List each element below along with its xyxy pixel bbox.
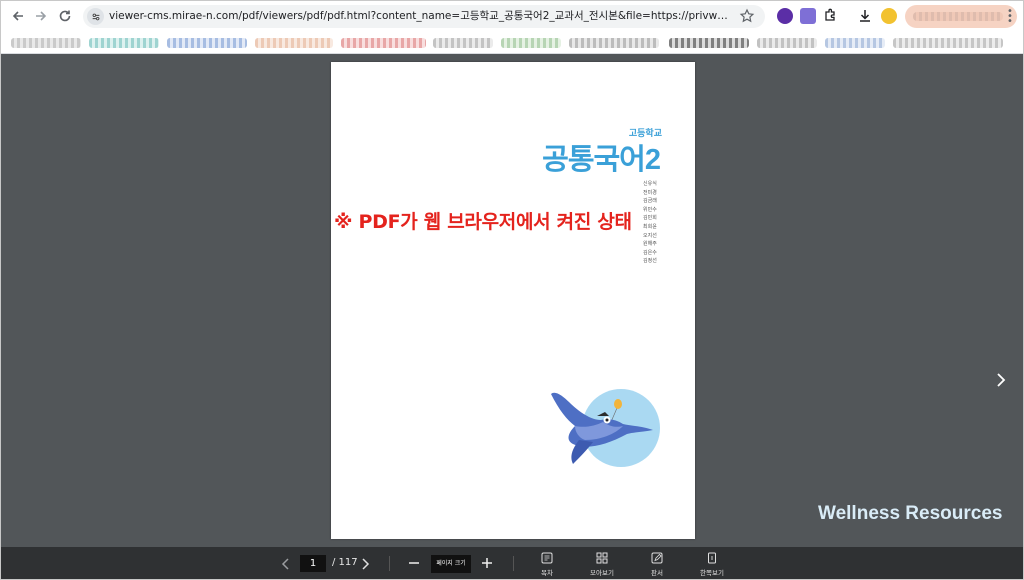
bookmark-item[interactable]	[501, 38, 561, 48]
previous-page-chevron-icon[interactable]	[279, 556, 293, 570]
pdf-page: 고등학교 공통국어2 신유식 전미경 김금래 위민수 김민회 최희윤 오지선 원…	[331, 62, 695, 539]
single-page-label: 한쪽보기	[700, 569, 724, 577]
screen: viewer-cms.mirae-n.com/pdf/viewers/pdf/p…	[0, 0, 1024, 580]
url-text: viewer-cms.mirae-n.com/pdf/viewers/pdf/p…	[109, 10, 729, 22]
page-total: / 117	[332, 557, 358, 568]
author: 김정선	[643, 258, 657, 265]
minus-icon	[409, 562, 419, 564]
extension-yellow-icon[interactable]	[881, 8, 897, 24]
bookmark-item[interactable]	[341, 38, 426, 48]
zoom-out-button[interactable]	[406, 554, 422, 572]
single-page-button[interactable]: 한쪽보기	[689, 552, 735, 578]
bookmark-star-icon[interactable]	[739, 8, 755, 24]
zoom-in-button[interactable]	[479, 554, 495, 572]
bird-illustration	[551, 389, 660, 467]
author: 전미경	[643, 189, 657, 196]
annotate-button[interactable]: 판서	[634, 552, 680, 578]
thumbnails-button[interactable]: 모아보기	[579, 552, 625, 578]
plus-icon	[482, 558, 492, 568]
pdf-viewer: 고등학교 공통국어2 신유식 전미경 김금래 위민수 김민회 최희윤 오지선 원…	[1, 54, 1023, 547]
page-number-input[interactable]: 1	[300, 555, 326, 572]
author: 김은수	[643, 249, 657, 256]
divider	[513, 556, 514, 571]
downloads-icon[interactable]	[856, 7, 874, 25]
single-page-icon	[708, 552, 716, 564]
profile-chip[interactable]: • • •	[905, 5, 1017, 28]
bookmark-item[interactable]	[893, 38, 1003, 48]
site-settings-icon[interactable]	[87, 8, 104, 25]
pen-icon	[651, 552, 663, 564]
grid-icon	[596, 552, 608, 564]
toc-label: 목차	[541, 569, 553, 577]
next-page-chevron-icon[interactable]	[993, 371, 1009, 389]
bookmark-item[interactable]	[669, 38, 749, 48]
bookmark-item[interactable]	[757, 38, 817, 48]
profile-name-redacted	[913, 12, 1003, 21]
annotation-note: ※ PDF가 웹 브라우저에서 켜진 상태	[334, 211, 632, 233]
divider	[389, 556, 390, 571]
next-page-small-chevron-icon[interactable]	[358, 556, 372, 570]
author: 김금래	[643, 198, 657, 205]
thumbnails-label: 모아보기	[590, 569, 614, 577]
reload-icon[interactable]	[56, 7, 74, 25]
viewer-toolbar: 1 / 117 페이지 크기 목차 모아보기 판서 한쪽보기	[1, 547, 1023, 579]
toc-button[interactable]: 목차	[524, 552, 570, 578]
bookmark-item[interactable]	[569, 38, 659, 48]
extensions-puzzle-icon[interactable]	[821, 7, 839, 25]
extension-purple-icon[interactable]	[777, 8, 793, 24]
address-bar[interactable]: viewer-cms.mirae-n.com/pdf/viewers/pdf/p…	[83, 5, 765, 28]
bookmark-item[interactable]	[11, 38, 81, 48]
bookmark-item[interactable]	[167, 38, 247, 48]
bookmark-item[interactable]	[255, 38, 333, 48]
forward-arrow-icon[interactable]	[32, 7, 50, 25]
annotate-label: 판서	[651, 569, 663, 577]
bookmark-item[interactable]	[89, 38, 159, 48]
toc-icon	[541, 552, 553, 564]
back-arrow-icon[interactable]	[9, 7, 27, 25]
author: 원해주	[643, 241, 657, 248]
bookmark-item[interactable]	[825, 38, 885, 48]
book-title: 공통국어2	[542, 144, 661, 176]
bookmarks-bar	[1, 32, 1023, 54]
extension-download-icon[interactable]	[800, 8, 816, 24]
bookmark-item[interactable]	[433, 38, 493, 48]
watermark-text: Wellness Resources	[818, 503, 1003, 524]
zoom-level-select[interactable]: 페이지 크기	[431, 555, 471, 573]
author: 신유식	[643, 181, 657, 187]
menu-kebab-icon[interactable]: • • •	[1007, 7, 1013, 27]
browser-toolbar: viewer-cms.mirae-n.com/pdf/viewers/pdf/p…	[1, 1, 1023, 32]
